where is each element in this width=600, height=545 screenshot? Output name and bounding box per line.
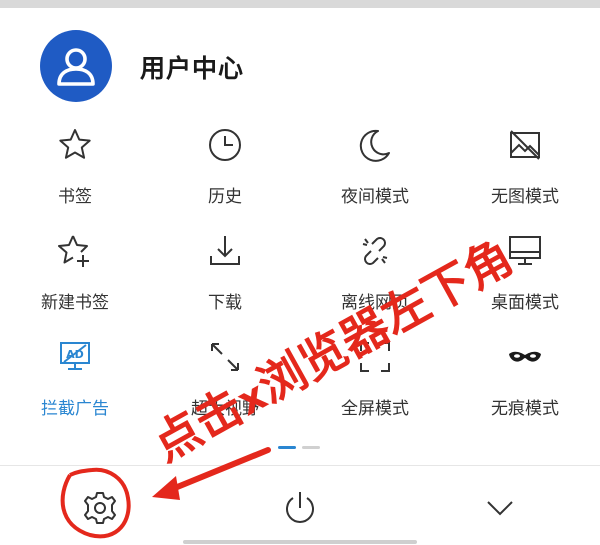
annotation-arrowhead xyxy=(152,476,180,500)
annotation-overlay: 点击x浏览器左下角 xyxy=(60,230,522,539)
annotation-text-2: 浏览器左下角 xyxy=(249,230,522,415)
annotation-circle xyxy=(60,467,131,539)
svg-text:点击x浏览器左下角: 点击x浏览器左下角 xyxy=(144,230,522,473)
